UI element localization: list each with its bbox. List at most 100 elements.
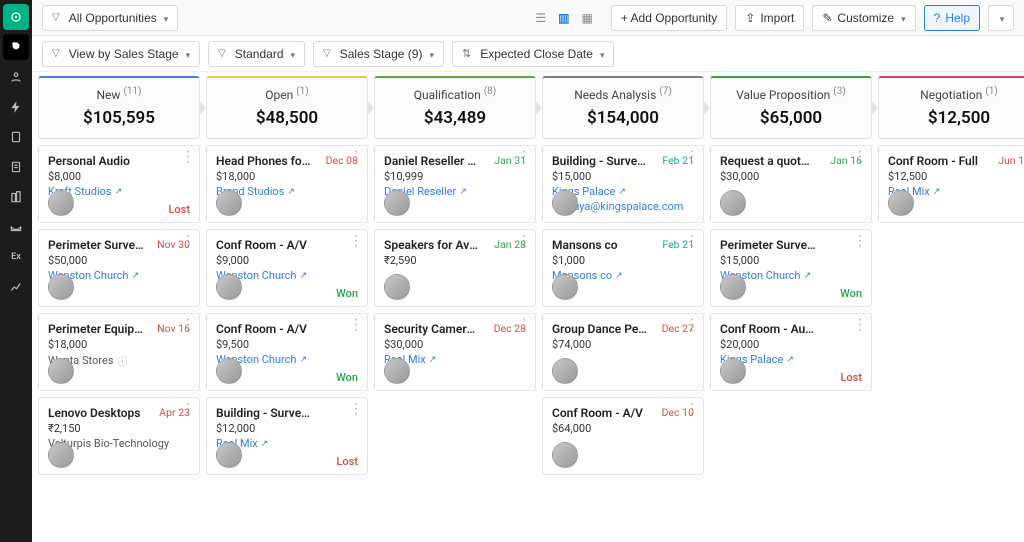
stage-column: New (11)$105,595⋮Personal Audio$8,000Kra… — [38, 76, 200, 532]
opportunity-card[interactable]: ⋮Security Cameras fo…Dec 28$30,000Real M… — [374, 313, 536, 391]
card-more-icon[interactable]: ⋮ — [685, 236, 699, 246]
rail-item-analytics[interactable] — [3, 274, 29, 300]
owner-avatar[interactable] — [48, 442, 74, 468]
customize-label: Customize — [837, 11, 894, 25]
list-view-icon[interactable]: ☰ — [535, 11, 546, 25]
opportunity-card[interactable]: ⋮Perimeter Surveilla…Nov 30$50,000Wensto… — [38, 229, 200, 307]
rail-item-ex[interactable]: Ex — [3, 244, 29, 270]
card-more-icon[interactable]: ⋮ — [853, 236, 867, 246]
owner-avatar[interactable] — [720, 190, 746, 216]
rail-item-contacts[interactable] — [3, 64, 29, 90]
opportunity-card[interactable]: ⋮Speakers for Avvi M…Jan 28₹2,590 — [374, 229, 536, 307]
owner-avatar[interactable] — [48, 274, 74, 300]
card-amount: $15,000 — [552, 170, 694, 183]
rail-logo[interactable] — [3, 4, 29, 30]
opportunity-card[interactable]: ⋮Perimeter Equipme…Nov 16$18,000Wanta St… — [38, 313, 200, 391]
rail-item-inbox[interactable] — [3, 214, 29, 240]
card-more-icon[interactable]: ⋮ — [349, 320, 363, 330]
opportunity-card[interactable]: ⋮Head Phones for 12…Dec 08$18,000Brand S… — [206, 145, 368, 223]
card-amount: $30,000 — [384, 338, 526, 351]
card-more-icon[interactable]: ⋮ — [349, 236, 363, 246]
card-more-icon[interactable]: ⋮ — [349, 152, 363, 162]
stage-header[interactable]: New (11)$105,595 — [38, 76, 200, 139]
card-more-icon[interactable]: ⋮ — [181, 404, 195, 414]
owner-avatar[interactable] — [216, 442, 242, 468]
owner-avatar[interactable] — [48, 190, 74, 216]
card-amount: ₹2,590 — [384, 254, 526, 267]
opportunity-card[interactable]: ⋮Conf Room - A/VDec 10$64,000 — [542, 397, 704, 475]
opportunity-card[interactable]: ⋮Perimeter Surveilla…$15,000Wenston Chur… — [710, 229, 872, 307]
owner-avatar[interactable] — [552, 442, 578, 468]
stage-column: Open (1)$48,500⋮Head Phones for 12…Dec 0… — [206, 76, 368, 532]
owner-avatar[interactable] — [384, 274, 410, 300]
opportunity-card[interactable]: ⋮Daniel Reseller - Op…Jan 31$10,999Danie… — [374, 145, 536, 223]
owner-avatar[interactable] — [552, 274, 578, 300]
add-opportunity-button[interactable]: + Add Opportunity — [611, 5, 727, 31]
card-more-icon[interactable]: ⋮ — [517, 236, 531, 246]
card-more-icon[interactable]: ⋮ — [685, 152, 699, 162]
rail-item-doc1[interactable] — [3, 124, 29, 150]
rail-item-org[interactable] — [3, 184, 29, 210]
view-selector[interactable]: All Opportunities — [42, 5, 178, 31]
stage-header[interactable]: Negotiation (1)$12,500 — [878, 76, 1024, 139]
opportunity-card[interactable]: ⋮Conf Room - A/V$9,500Wenston Church↗Won — [206, 313, 368, 391]
owner-avatar[interactable] — [888, 190, 914, 216]
owner-avatar[interactable] — [552, 358, 578, 384]
opportunity-card[interactable]: ⋮Personal Audio$8,000Kraft Studios↗Lost — [38, 145, 200, 223]
card-more-icon[interactable]: ⋮ — [685, 320, 699, 330]
rail-item-doc2[interactable] — [3, 154, 29, 180]
card-more-icon[interactable]: ⋮ — [517, 152, 531, 162]
owner-avatar[interactable] — [384, 190, 410, 216]
owner-avatar[interactable] — [216, 358, 242, 384]
card-title: Mansons co — [552, 238, 618, 252]
owner-avatar[interactable] — [720, 274, 746, 300]
calendar-view-icon[interactable]: ▦ — [582, 11, 593, 25]
card-more-icon[interactable]: ⋮ — [853, 320, 867, 330]
card-amount: $8,000 — [48, 170, 190, 183]
close-date-filter[interactable]: Expected Close Date — [452, 41, 614, 67]
stage-header[interactable]: Qualification (8)$43,489 — [374, 76, 536, 139]
owner-avatar[interactable] — [720, 358, 746, 384]
card-more-icon[interactable]: ⋮ — [181, 152, 195, 162]
card-amount: $1,000 — [552, 254, 694, 267]
card-status: Won — [336, 287, 358, 300]
card-more-icon[interactable]: ⋮ — [853, 152, 867, 162]
owner-avatar[interactable] — [48, 358, 74, 384]
card-more-icon[interactable]: ⋮ — [685, 404, 699, 414]
stage-header[interactable]: Open (1)$48,500 — [206, 76, 368, 139]
card-more-icon[interactable]: ⋮ — [349, 404, 363, 414]
owner-avatar[interactable] — [552, 190, 578, 216]
opportunity-card[interactable]: ⋮Mansons coFeb 21$1,000Mansons co↗ — [542, 229, 704, 307]
card-title: Building - Surveillan… — [552, 154, 648, 168]
card-more-icon[interactable]: ⋮ — [181, 236, 195, 246]
card-amount: $15,000 — [720, 254, 862, 267]
owner-avatar[interactable] — [216, 190, 242, 216]
card-title: Conf Room - A/V — [216, 322, 307, 336]
opportunity-card[interactable]: ⋮Conf Room - A/V$9,000Wenston Church↗Won — [206, 229, 368, 307]
opportunity-card[interactable]: ⋮Conf Room - FullJun 13$12,500Real Mix↗ — [878, 145, 1024, 223]
owner-avatar[interactable] — [216, 274, 242, 300]
opportunity-card[interactable]: ⋮Building - Surveillan…$12,000Real Mix↗L… — [206, 397, 368, 475]
customize-button[interactable]: ✎Customize — [812, 5, 915, 31]
stage-header[interactable]: Value Proposition (3)$65,000 — [710, 76, 872, 139]
opportunity-card[interactable]: ⋮Lenovo DesktopsApr 23₹2,150Velturpis Bi… — [38, 397, 200, 475]
opportunity-card[interactable]: ⋮Building - Surveillan…Feb 21$15,000King… — [542, 145, 704, 223]
card-more-icon[interactable]: ⋮ — [517, 320, 531, 330]
import-button[interactable]: ⇪Import — [735, 5, 804, 31]
stage-header[interactable]: Needs Analysis (7)$154,000 — [542, 76, 704, 139]
opportunity-card[interactable]: ⋮Group Dance Perfor…Dec 27$74,000 — [542, 313, 704, 391]
opportunity-card[interactable]: ⋮Conf Room - Audio$20,000Kings Palace↗Lo… — [710, 313, 872, 391]
help-menu-button[interactable] — [988, 5, 1014, 31]
owner-avatar[interactable] — [384, 358, 410, 384]
standard-filter[interactable]: Standard — [208, 41, 305, 67]
help-button[interactable]: ?Help — [924, 5, 980, 31]
rail-item-deals[interactable] — [3, 34, 29, 60]
card-more-icon[interactable]: ⋮ — [181, 320, 195, 330]
rail-item-automation[interactable] — [3, 94, 29, 120]
kanban-view-icon[interactable]: ▥ — [558, 11, 569, 25]
card-amount: $64,000 — [552, 422, 694, 435]
stage-filter[interactable]: Sales Stage (9) — [313, 41, 444, 67]
opportunity-card[interactable]: ⋮Request a quote for …Jan 16$30,000 — [710, 145, 872, 223]
kanban-board[interactable]: New (11)$105,595⋮Personal Audio$8,000Kra… — [32, 72, 1024, 542]
group-by-filter[interactable]: View by Sales Stage — [42, 41, 200, 67]
